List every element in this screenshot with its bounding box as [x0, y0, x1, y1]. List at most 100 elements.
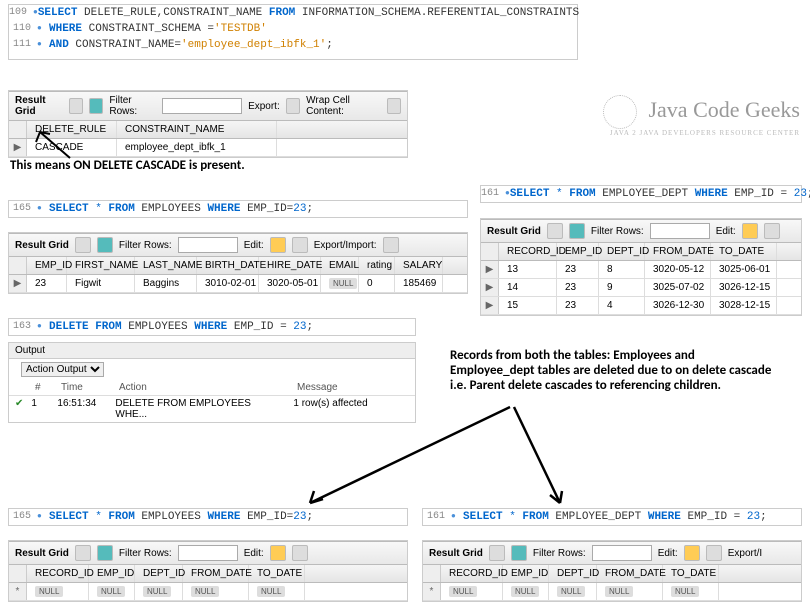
filter-input[interactable]: [592, 545, 652, 561]
col-header[interactable]: TO_DATE: [711, 243, 777, 260]
col-header[interactable]: FROM_DATE: [597, 565, 663, 582]
edit-icon[interactable]: [742, 223, 758, 239]
filter-input[interactable]: [650, 223, 710, 239]
sql-text[interactable]: AND CONSTRAINT_NAME='employee_dept_ibfk_…: [49, 38, 333, 52]
col-header[interactable]: DEPT_ID: [549, 565, 597, 582]
refresh-icon[interactable]: [97, 237, 113, 253]
col-header[interactable]: EMP_ID: [27, 257, 67, 274]
sql-text[interactable]: SELECT * FROM EMPLOYEES WHERE EMP_ID=23;: [49, 202, 313, 216]
sql-text[interactable]: WHERE CONSTRAINT_SCHEMA ='TESTDB': [49, 22, 267, 36]
col-header[interactable]: TO_DATE: [249, 565, 305, 582]
col-header[interactable]: CONSTRAINT_NAME: [117, 121, 277, 138]
col-header[interactable]: EMAIL: [321, 257, 359, 274]
table-row-empty[interactable]: *NULLNULLNULLNULLNULL: [9, 583, 407, 601]
col-header[interactable]: FIRST_NAME: [67, 257, 135, 274]
cell: 185469: [395, 275, 443, 292]
refresh-icon[interactable]: [89, 98, 103, 114]
col-header[interactable]: RECORD_ID: [499, 243, 557, 260]
sql-text[interactable]: SELECT * FROM EMPLOYEE_DEPT WHERE EMP_ID…: [510, 187, 810, 201]
cell: NULL: [549, 583, 597, 600]
edit-icon-2[interactable]: [292, 545, 308, 561]
col-header[interactable]: EMP_ID: [89, 565, 135, 582]
cell: 13: [499, 261, 557, 278]
edit-icon-2[interactable]: [706, 545, 722, 561]
sql-editor-dept-after[interactable]: 161●SELECT * FROM EMPLOYEE_DEPT WHERE EM…: [422, 508, 802, 526]
result-grid-1: DELETE_RULECONSTRAINT_NAME▶CASCADEemploy…: [9, 121, 407, 157]
line-number: 161: [481, 187, 505, 201]
cell: 23: [27, 275, 67, 292]
result-grid-label: Result Grid: [15, 548, 69, 559]
col-header[interactable]: DEPT_ID: [135, 565, 183, 582]
result-panel-emp-after: Result Grid Filter Rows: Edit: RECORD_ID…: [8, 540, 408, 602]
edit-icon-2[interactable]: [292, 237, 308, 253]
export-import-icon[interactable]: [383, 237, 399, 253]
output-title: Output: [9, 343, 415, 359]
filter-input[interactable]: [178, 545, 238, 561]
col-header[interactable]: HIRE_DATE: [259, 257, 321, 274]
table-row[interactable]: ▶132383020-05-123025-06-01: [481, 261, 801, 279]
grid-icon[interactable]: [489, 545, 505, 561]
sql-text[interactable]: DELETE FROM EMPLOYEES WHERE EMP_ID = 23;: [49, 320, 313, 334]
row-marker-icon: ▶: [481, 279, 499, 296]
sql-text[interactable]: SELECT * FROM EMPLOYEES WHERE EMP_ID=23;: [49, 510, 313, 524]
refresh-icon[interactable]: [511, 545, 527, 561]
table-row[interactable]: ▶23FigwitBaggins3010-02-013020-05-01NULL…: [9, 275, 467, 293]
col-header[interactable]: DEPT_ID: [599, 243, 645, 260]
output-type-select[interactable]: Action Output: [21, 362, 104, 377]
cell: 8: [599, 261, 645, 278]
col-header[interactable]: DELETE_RULE: [27, 121, 117, 138]
col-header[interactable]: RECORD_ID: [441, 565, 503, 582]
wrap-icon[interactable]: [387, 98, 401, 114]
col-header[interactable]: rating: [359, 257, 395, 274]
table-row-empty[interactable]: *NULLNULLNULLNULLNULL: [423, 583, 801, 601]
export-icon[interactable]: [286, 98, 300, 114]
col-header[interactable]: RECORD_ID: [27, 565, 89, 582]
line-number: 165: [9, 510, 37, 524]
line-number: 161: [423, 510, 451, 524]
output-row[interactable]: ✔ 1 16:51:34 DELETE FROM EMPLOYEES WHE..…: [9, 396, 415, 422]
cell: NULL: [663, 583, 719, 600]
col-header[interactable]: BIRTH_DATE: [197, 257, 259, 274]
result-grid-label: Result Grid: [487, 226, 541, 237]
cell: 14: [499, 279, 557, 296]
sql-editor-emp-after[interactable]: 165●SELECT * FROM EMPLOYEES WHERE EMP_ID…: [8, 508, 408, 526]
col-header[interactable]: LAST_NAME: [135, 257, 197, 274]
table-row[interactable]: ▶152343026-12-303028-12-15: [481, 297, 801, 315]
bullet-icon: ●: [37, 320, 49, 334]
edit-icon[interactable]: [270, 545, 286, 561]
sql-editor-emp-select[interactable]: 165●SELECT * FROM EMPLOYEES WHERE EMP_ID…: [8, 200, 468, 218]
grid-icon[interactable]: [75, 545, 91, 561]
null-badge: NULL: [605, 586, 633, 597]
filter-input[interactable]: [178, 237, 238, 253]
col-header[interactable]: TO_DATE: [663, 565, 719, 582]
null-badge: NULL: [671, 586, 699, 597]
sql-editor-delete[interactable]: 163●DELETE FROM EMPLOYEES WHERE EMP_ID =…: [8, 318, 416, 336]
sql-editor-dept-select[interactable]: 161●SELECT * FROM EMPLOYEE_DEPT WHERE EM…: [480, 185, 802, 203]
cell: NULL: [441, 583, 503, 600]
result-grid-label: Result Grid: [15, 240, 69, 251]
refresh-icon[interactable]: [569, 223, 585, 239]
grid-icon[interactable]: [75, 237, 91, 253]
out-idx: 1: [31, 398, 49, 420]
cell: 3026-12-15: [711, 279, 777, 296]
col-header[interactable]: FROM_DATE: [183, 565, 249, 582]
edit-icon[interactable]: [684, 545, 700, 561]
table-row[interactable]: ▶142393025-07-023026-12-15: [481, 279, 801, 297]
table-row[interactable]: ▶CASCADEemployee_dept_ibfk_1: [9, 139, 407, 157]
sql-text[interactable]: SELECT * FROM EMPLOYEE_DEPT WHERE EMP_ID…: [463, 510, 767, 524]
edit-icon[interactable]: [270, 237, 286, 253]
filter-input[interactable]: [162, 98, 242, 114]
col-header[interactable]: SALARY: [395, 257, 443, 274]
col-header[interactable]: FROM_DATE: [645, 243, 711, 260]
sql-editor-top[interactable]: 109●SELECT DELETE_RULE,CONSTRAINT_NAME F…: [8, 4, 578, 60]
col-header[interactable]: EMP_ID: [503, 565, 549, 582]
refresh-icon[interactable]: [97, 545, 113, 561]
edit-icon-2[interactable]: [764, 223, 780, 239]
col-header[interactable]: EMP_ID: [557, 243, 599, 260]
grid-icon[interactable]: [69, 98, 83, 114]
sql-text[interactable]: SELECT DELETE_RULE,CONSTRAINT_NAME FROM …: [38, 6, 579, 20]
null-badge: NULL: [143, 586, 171, 597]
filter-label: Filter Rows:: [109, 95, 156, 117]
grid-icon[interactable]: [547, 223, 563, 239]
out-time: 16:51:34: [57, 398, 107, 420]
